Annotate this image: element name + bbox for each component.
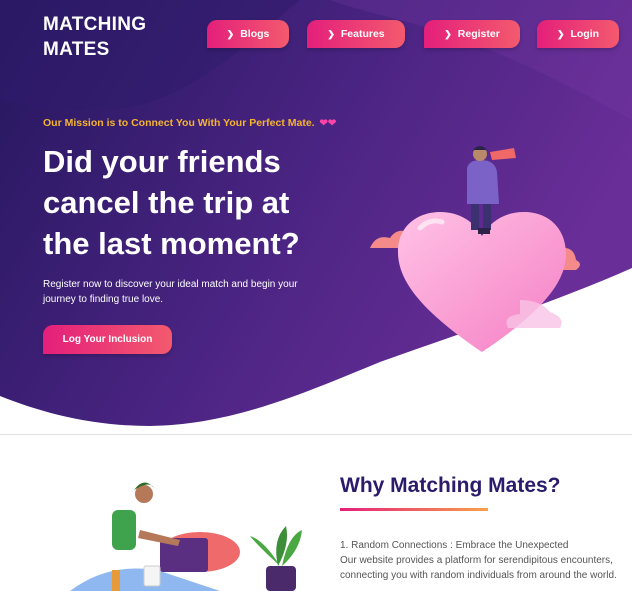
log-inclusion-button[interactable]: Log Your Inclusion — [43, 325, 172, 354]
why-section-title: Why Matching Mates? — [340, 474, 561, 497]
nav-blogs-label: Blogs — [240, 28, 270, 40]
reason-1-title: 1. Random Connections : Embrace the Unex… — [340, 540, 569, 551]
reason-1-text: Our website provides a platform for sere… — [340, 555, 617, 581]
mission-statement: Our Mission is to Connect You With Your … — [43, 117, 336, 129]
hero-headline: Did your friends cancel the trip at the … — [43, 144, 300, 261]
nav-register-button[interactable]: ❯ Register — [424, 20, 520, 48]
chevron-right-icon: ❯ — [444, 28, 452, 39]
chevron-right-icon: ❯ — [556, 28, 565, 39]
section-divider — [0, 434, 632, 435]
nav-features-button[interactable]: ❯ Features — [307, 20, 405, 48]
mission-text: Our Mission is to Connect You With Your … — [43, 117, 315, 129]
title-underline — [340, 508, 488, 511]
hearts-icon: ❤❤ — [319, 118, 337, 129]
nav-login-label: Login — [570, 28, 600, 40]
brand-line2: MATES — [43, 39, 110, 60]
brand-line1: MATCHING — [43, 14, 147, 35]
nav-blogs-button[interactable]: ❯ Blogs — [207, 20, 289, 48]
why-section-text: 1. Random Connections : Embrace the Unex… — [340, 538, 620, 583]
chevron-right-icon: ❯ — [327, 28, 335, 39]
nav-login-button[interactable]: ❯ Login — [537, 20, 619, 48]
chevron-right-icon: ❯ — [226, 28, 235, 39]
hero-subtext: Register now to discover your ideal matc… — [43, 279, 298, 305]
hero-section: MATCHING MATES ❯ Blogs ❯ Features ❯ Regi… — [0, 0, 632, 435]
person-at-desk-illustration — [70, 482, 302, 591]
nav-features-label: Features — [340, 28, 385, 40]
nav-register-label: Register — [457, 28, 500, 40]
brand-logo[interactable]: MATCHING MATES — [43, 12, 146, 62]
